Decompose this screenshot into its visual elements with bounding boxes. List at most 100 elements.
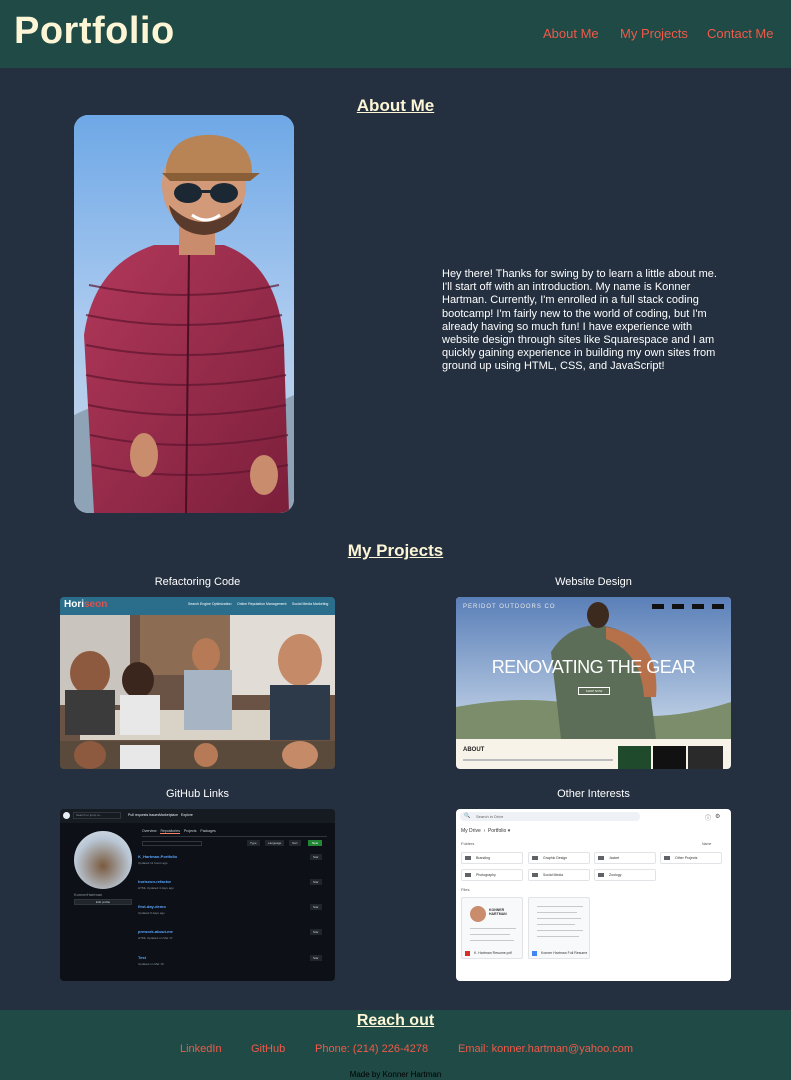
nav-link-contact[interactable]: Contact Me	[707, 26, 773, 41]
gh-avatar	[74, 831, 132, 889]
gh-repo-name: prework-about-me	[138, 929, 173, 934]
peridot-nav-box-3	[692, 604, 704, 609]
gh-repo-meta: Updated 11 hours ago	[138, 861, 168, 865]
phone-link[interactable]: Phone: (214) 226-4278	[315, 1043, 428, 1055]
gear-icon: ⚙	[715, 814, 721, 820]
profile-photo	[74, 115, 294, 513]
gh-repo-meta: HTML Updated on Mar 17	[138, 936, 173, 940]
peridot-about-text-line	[463, 759, 613, 761]
about-title: About Me	[356, 96, 435, 115]
horiseon-nav-seo: Search Engine Optimization	[188, 602, 232, 606]
peridot-gallery-3	[688, 746, 723, 769]
drive-file-name: Konner Hartman Full Resume	[541, 951, 588, 955]
drive-file-name: K. Hartman Resume.pdf	[474, 951, 512, 955]
gh-star-button: Star	[310, 904, 322, 910]
gh-star-button: Star	[310, 879, 322, 885]
horiseon-header: Horiseon Search Engine Optimization Onli…	[60, 597, 335, 615]
peridot-gallery-1	[618, 746, 651, 769]
drive-files-label: Files	[461, 887, 470, 892]
gh-tabs-divider	[142, 836, 327, 837]
project-label-refactoring: Refactoring Code	[154, 576, 241, 588]
project-card-website-design[interactable]: PERIDOT OUTDOORS CO RENOVATING THE GEAR …	[456, 597, 731, 769]
folder-icon	[532, 856, 538, 860]
peridot-nav-box-1	[652, 604, 664, 609]
projects-title: My Projects	[347, 541, 444, 560]
drive-search-placeholder: Search in Drive	[476, 814, 504, 819]
linkedin-link[interactable]: LinkedIn	[180, 1043, 222, 1055]
project-label-website-design: Website Design	[555, 576, 632, 588]
resume-line	[470, 940, 514, 941]
peridot-nav-box-4	[712, 604, 724, 609]
horiseon-hero-image	[60, 615, 335, 769]
gh-tab-packages: Packages	[200, 829, 216, 833]
peridot-nav-box-2	[672, 604, 684, 609]
peridot-brand: PERIDOT OUTDOORS CO	[463, 604, 556, 610]
gh-filter-type: Type	[247, 840, 260, 846]
gh-nav-explore: Explore	[181, 813, 193, 817]
project-card-github[interactable]: Search or jump to... Pull requests Issue…	[60, 809, 335, 981]
drive-sort-name: Name	[702, 842, 712, 846]
folder-icon	[532, 873, 538, 877]
gh-star-button: Star	[310, 929, 322, 935]
gh-search: Search or jump to...	[73, 812, 121, 819]
gh-nav-marketplace: Marketplace	[159, 813, 179, 817]
gh-repo-name: first-day-demo	[138, 904, 166, 909]
gh-find-repo	[142, 841, 202, 846]
gh-star-button: Star	[310, 955, 322, 961]
made-by-credit: Made by Konner Hartman	[349, 1070, 442, 1079]
gh-new-button: New	[308, 840, 323, 846]
about-paragraph: Hey there! Thanks for swing by to learn …	[442, 268, 717, 373]
folder-icon	[598, 873, 604, 877]
gh-edit-profile: Edit profile	[74, 899, 132, 905]
doc-icon	[532, 951, 537, 956]
gh-tab-overview: Overview	[142, 829, 157, 833]
peridot-shop-button: SHOP NOW	[578, 687, 610, 695]
gh-repo-meta: Updated on Mar 15	[138, 962, 164, 966]
email-link[interactable]: Email: konner.hartman@yahoo.com	[458, 1043, 633, 1055]
pdf-icon	[465, 951, 470, 956]
site-header: Portfolio About Me My Projects Contact M…	[0, 0, 791, 68]
gh-repo-meta: HTML Updated 4 days ago	[138, 886, 174, 890]
nav-link-projects[interactable]: My Projects	[620, 26, 688, 41]
horiseon-logo: Horiseon	[64, 599, 108, 610]
gh-username: KonnerHartman	[74, 892, 103, 897]
github-link[interactable]: GitHub	[251, 1043, 285, 1055]
resume-line	[537, 906, 583, 907]
resume-line	[470, 928, 516, 929]
reach-out-footer: Reach out LinkedIn GitHub Phone: (214) 2…	[0, 1010, 791, 1080]
horiseon-nav-reputation: Online Reputation Management	[237, 602, 287, 606]
gh-nav-pulls: Pull requests	[128, 813, 149, 817]
folder-icon	[598, 856, 604, 860]
help-icon: ⓘ	[705, 816, 712, 822]
gh-topbar: Search or jump to... Pull requests Issue…	[60, 809, 335, 823]
folder-icon	[664, 856, 670, 860]
drive-breadcrumb: My Drive › Portfolio ▾	[461, 828, 511, 834]
folder-icon	[465, 873, 471, 877]
gh-tab-projects: Projects	[183, 829, 197, 833]
resume-line	[537, 918, 581, 919]
project-card-refactoring[interactable]: Horiseon Search Engine Optimization Onli…	[60, 597, 335, 769]
gh-star-button: Star	[310, 854, 322, 860]
project-label-other-interests: Other Interests	[557, 788, 630, 800]
drive-file-resume: KONNER HARTMAN	[461, 897, 523, 959]
resume-line	[537, 936, 579, 937]
drive-file-full-resume	[528, 897, 590, 959]
drive-folders-label: Folders	[461, 841, 475, 846]
gh-repo-name: Test	[138, 955, 146, 960]
peridot-headline: RENOVATING THE GEAR	[491, 657, 696, 677]
gh-filter-sort: Sort	[289, 840, 301, 846]
drive-search-icon: 🔍	[464, 813, 471, 819]
gh-tab-repositories: Repositories	[160, 829, 180, 834]
nav-link-about[interactable]: About Me	[543, 26, 599, 41]
drive-search: 🔍 Search in Drive	[460, 812, 640, 821]
peridot-gallery-2	[653, 746, 686, 769]
gh-repo-meta: Updated 9 days ago	[138, 911, 165, 915]
project-card-other-interests[interactable]: 🔍 Search in Drive ⓘ ⚙ My Drive › Portfol…	[456, 809, 731, 981]
resume-line	[537, 912, 577, 913]
project-label-github: GitHub Links	[166, 788, 229, 800]
resume-line	[470, 934, 510, 935]
gh-tabs: Overview Repositories Projects Packages	[142, 829, 216, 834]
github-icon	[63, 812, 70, 819]
site-brand: Portfolio	[14, 10, 175, 52]
horiseon-nav-social: Social Media Marketing	[292, 602, 329, 606]
